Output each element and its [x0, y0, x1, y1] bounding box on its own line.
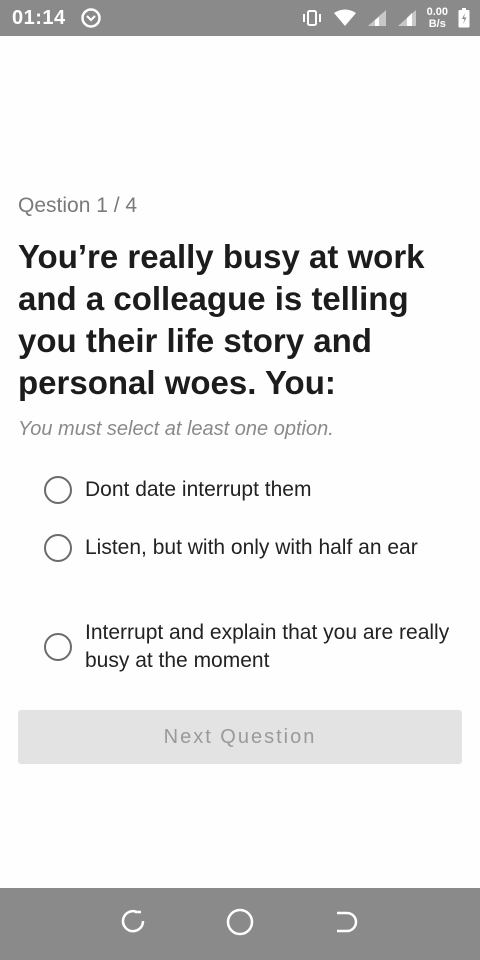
selection-hint: You must select at least one option. [18, 418, 334, 440]
option-3[interactable]: Interrupt and explain that you are reall… [44, 619, 464, 675]
navigation-bar [0, 888, 480, 960]
status-bar: 01:14 0.00 B/s [0, 0, 480, 36]
wifi-icon [333, 9, 357, 27]
signal-icon [397, 9, 417, 27]
status-time: 01:14 [12, 6, 66, 29]
next-question-button[interactable]: Next Question [18, 710, 462, 764]
battery-icon [458, 8, 470, 28]
net-speed: 0.00 B/s [427, 6, 448, 30]
net-speed-unit: B/s [428, 18, 446, 30]
option-label: Interrupt and explain that you are reall… [85, 621, 450, 672]
option-label: Dont date interrupt them [85, 478, 312, 501]
status-left: 01:14 [12, 7, 102, 30]
question-counter: Qestion 1 / 4 [18, 194, 138, 217]
recents-icon[interactable] [333, 908, 361, 941]
radio-unchecked-icon[interactable] [44, 534, 72, 562]
option-1[interactable]: Dont date interrupt them [44, 476, 311, 504]
back-icon[interactable] [119, 908, 147, 941]
question-text: You’re really busy at work and a colleag… [18, 238, 425, 401]
vibrate-icon [301, 9, 323, 27]
signal-icon [367, 9, 387, 27]
quiz-screen: 01:14 0.00 B/s Qestion 1 / 4 You’re real… [0, 0, 480, 960]
net-speed-value: 0.00 [426, 6, 448, 18]
status-right: 0.00 B/s [301, 6, 470, 30]
home-icon[interactable] [225, 907, 255, 942]
quiz-content: Qestion 1 / 4 You’re really busy at work… [0, 36, 480, 888]
option-label: Listen, but with only with half an ear [85, 536, 418, 559]
radio-unchecked-icon[interactable] [44, 633, 72, 661]
sync-icon [80, 7, 102, 29]
option-2[interactable]: Listen, but with only with half an ear [44, 534, 418, 562]
radio-unchecked-icon[interactable] [44, 476, 72, 504]
